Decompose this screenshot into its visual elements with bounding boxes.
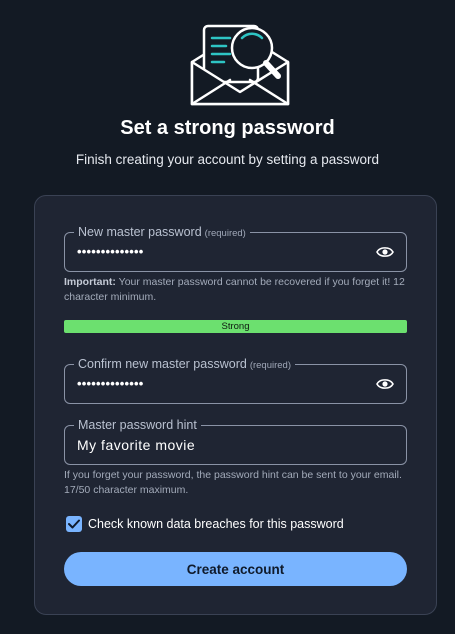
page-subtitle: Finish creating your account by setting … (75, 152, 380, 167)
checkmark-icon (68, 519, 80, 529)
eye-icon[interactable] (376, 376, 394, 392)
breach-checkbox[interactable] (66, 516, 82, 532)
password-form-card: New master password (required) ••••••••••… (34, 195, 437, 615)
password-strength-bar: Strong (64, 320, 407, 333)
password-hint-field[interactable]: Master password hint My favorite movie (64, 417, 407, 465)
important-label: Important: (64, 276, 116, 288)
create-account-button[interactable]: Create account (64, 552, 407, 586)
important-text: Your master password cannot be recovered… (64, 276, 405, 303)
password-important-note: Important: Your master password cannot b… (64, 275, 409, 305)
new-password-value: •••••••••••••• (77, 244, 144, 259)
password-hint-note: If you forget your password, the passwor… (64, 469, 402, 496)
confirm-password-field[interactable]: Confirm new master password (required) ••… (64, 356, 407, 404)
password-hint-value: My favorite movie (77, 437, 196, 453)
breach-check-label: Check known data breaches for this passw… (88, 517, 344, 531)
required-tag: (required) (249, 360, 291, 371)
new-password-field[interactable]: New master password (required) ••••••••••… (64, 224, 407, 272)
breach-check-row[interactable]: Check known data breaches for this passw… (66, 515, 344, 533)
envelope-search-icon (190, 24, 290, 106)
page-title: Set a strong password (120, 117, 335, 139)
required-tag: (required) (204, 228, 246, 239)
eye-icon[interactable] (376, 244, 394, 260)
confirm-password-value: •••••••••••••• (77, 376, 144, 391)
